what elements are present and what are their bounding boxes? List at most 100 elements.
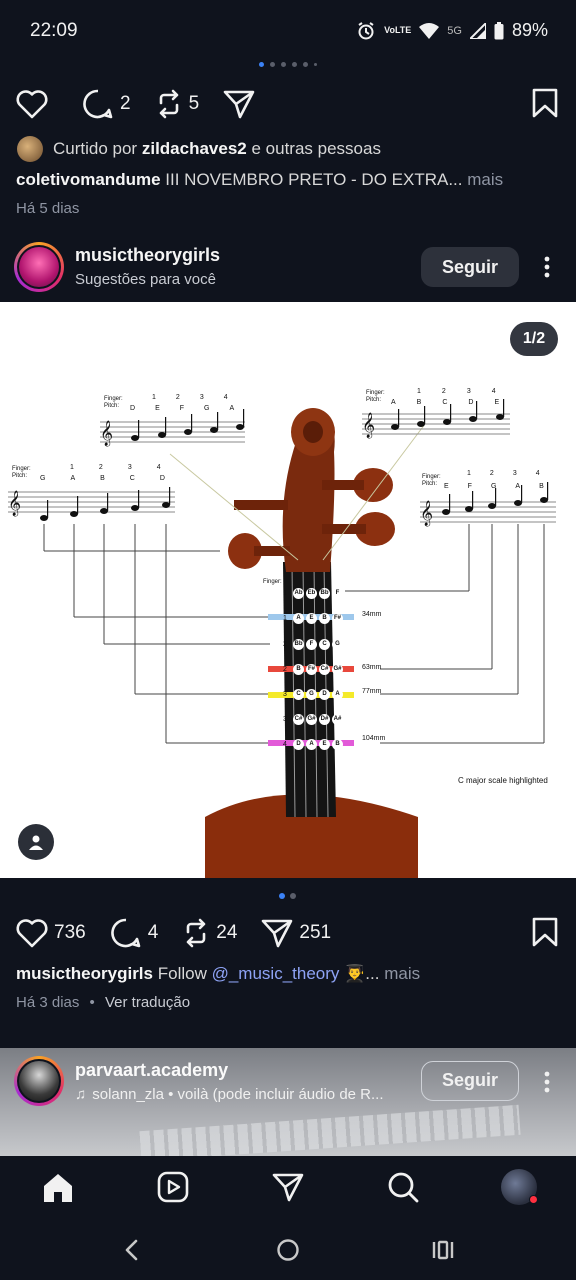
- fingerboard-note: D: [319, 689, 330, 700]
- comment-icon[interactable]: [82, 88, 114, 120]
- recents-icon[interactable]: [431, 1239, 455, 1261]
- post2-avatar[interactable]: [14, 242, 64, 292]
- finger-number: 2: [98, 464, 103, 471]
- finger-number: 1: [152, 394, 156, 401]
- profile-avatar[interactable]: [501, 1169, 538, 1205]
- more-link[interactable]: mais: [384, 964, 420, 983]
- pitch-label: B: [100, 475, 105, 482]
- pitch-label: G: [40, 475, 46, 482]
- share-icon[interactable]: [223, 89, 255, 119]
- liked-by-prefix: Curtido por: [53, 139, 138, 158]
- tagged-users-icon[interactable]: [18, 824, 54, 860]
- comment-count: 4: [147, 922, 159, 943]
- carousel-dot: [270, 62, 275, 67]
- pitch-label: A: [391, 399, 396, 406]
- pitch-label: A: [229, 405, 235, 412]
- carousel-indicator-top: [0, 62, 576, 67]
- carousel-dot: [281, 62, 286, 67]
- carousel-indicator: [279, 893, 296, 899]
- caption-text: III NOVEMBRO PRETO - DO EXTRA...: [165, 170, 463, 189]
- fingerboard-note: A: [306, 739, 317, 750]
- repost-count: 24: [216, 922, 238, 943]
- search-icon[interactable]: [387, 1171, 419, 1203]
- home-icon[interactable]: [42, 1173, 74, 1203]
- svg-text:𝄞: 𝄞: [100, 420, 113, 446]
- finger-number: 4: [535, 470, 540, 477]
- fingerboard-note: F: [332, 588, 343, 599]
- fingerboard-note: D#: [319, 714, 330, 725]
- comment-icon[interactable]: [110, 917, 142, 949]
- pitch-label: B: [539, 483, 544, 490]
- like-icon[interactable]: [16, 918, 48, 948]
- post3-audio[interactable]: solann_zla • voilà (pode incluir áudio d…: [92, 1086, 383, 1103]
- system-nav: [0, 1224, 576, 1280]
- fingerboard-note: E: [319, 739, 330, 750]
- post2-caption: musictheorygirls Follow @_music_theory 👨…: [16, 964, 556, 984]
- fingerboard-finger-number: 3: [283, 691, 287, 698]
- finger-number: 1: [467, 470, 471, 477]
- post2-username[interactable]: musictheorygirls: [75, 245, 220, 266]
- fingerboard-note: G: [306, 689, 317, 700]
- post-image[interactable]: 𝄞 𝄞 𝄞 𝄞 Finger: Pitch: 1 2 3 4 D E F G A…: [0, 302, 576, 878]
- svg-text:𝄞: 𝄞: [420, 500, 433, 526]
- finger-number: 3: [466, 388, 471, 395]
- fingerboard-row: 1 Ab Eb Bb F: [283, 588, 343, 599]
- like-icon[interactable]: [16, 89, 48, 119]
- reels-icon[interactable]: [157, 1171, 189, 1203]
- staff-mr-pitch-label: Pitch:: [422, 481, 438, 487]
- carousel-dot: [290, 893, 296, 899]
- fingerboard-note: Bb: [293, 639, 304, 650]
- finger-number: 1: [417, 388, 421, 395]
- more-link[interactable]: mais: [467, 170, 503, 189]
- follow-button[interactable]: Seguir: [421, 1061, 519, 1101]
- pitch-label: D: [468, 399, 474, 406]
- pitch-label: D: [159, 475, 165, 482]
- back-icon[interactable]: [122, 1238, 142, 1262]
- repost-icon[interactable]: [182, 918, 210, 948]
- liked-by[interactable]: Curtido por zildachaves2 e outras pessoa…: [17, 136, 381, 162]
- more-options-icon[interactable]: [540, 255, 554, 279]
- liked-by-user[interactable]: zildachaves2: [142, 139, 247, 158]
- translate-link[interactable]: Ver tradução: [105, 994, 190, 1011]
- fingerboard-note: A: [332, 689, 343, 700]
- fingerboard-finger-label: Finger:: [263, 579, 282, 585]
- fingerboard-finger-number: 4: [283, 741, 287, 748]
- share-icon[interactable]: [261, 918, 293, 948]
- notification-dot: [529, 1195, 538, 1204]
- caption-text: Follow: [157, 964, 207, 983]
- fingerboard-note: G#: [306, 714, 317, 725]
- fingerboard-note: G: [332, 639, 343, 650]
- fingerboard-note: B: [319, 613, 330, 624]
- post3-avatar[interactable]: [14, 1056, 64, 1106]
- pitch-label: A: [70, 475, 76, 482]
- fingerboard-note: F#: [332, 613, 343, 624]
- send-icon[interactable]: [272, 1172, 304, 1202]
- fingerboard-row: 1 A E B F#: [283, 613, 343, 624]
- fingerboard-row: 2 B F# C# G#: [283, 664, 343, 675]
- carousel-dot: [303, 62, 308, 67]
- pitch-label: G: [204, 405, 210, 412]
- finger-number: 3: [127, 464, 132, 471]
- repost-icon[interactable]: [155, 89, 183, 119]
- fingerboard-note: Ab: [293, 588, 304, 599]
- bookmark-icon[interactable]: [532, 88, 558, 118]
- carousel-dot: [279, 893, 285, 899]
- svg-text:𝄞: 𝄞: [362, 412, 375, 438]
- more-options-icon[interactable]: [540, 1070, 554, 1094]
- home-button-icon[interactable]: [276, 1238, 300, 1262]
- caption-username[interactable]: coletivomandume: [16, 170, 161, 189]
- follow-button[interactable]: Seguir: [421, 247, 519, 287]
- post2-actions: 736 4 24 251: [16, 917, 349, 949]
- fingerboard-note: Eb: [306, 588, 317, 599]
- caption-mention[interactable]: @_music_theory: [212, 964, 340, 983]
- measurement: 77mm: [362, 688, 382, 695]
- post3-username[interactable]: parvaart.academy: [75, 1060, 228, 1081]
- staff-tl-finger-label: Finger:: [104, 396, 123, 402]
- fingerboard-note: E: [306, 613, 317, 624]
- fingerboard-note: G#: [332, 664, 343, 675]
- staff-ml-pitch-label: Pitch:: [12, 473, 28, 479]
- caption-username[interactable]: musictheorygirls: [16, 964, 153, 983]
- signal-icon: [469, 22, 486, 39]
- bookmark-icon[interactable]: [532, 917, 558, 947]
- like-count[interactable]: 736: [54, 922, 86, 944]
